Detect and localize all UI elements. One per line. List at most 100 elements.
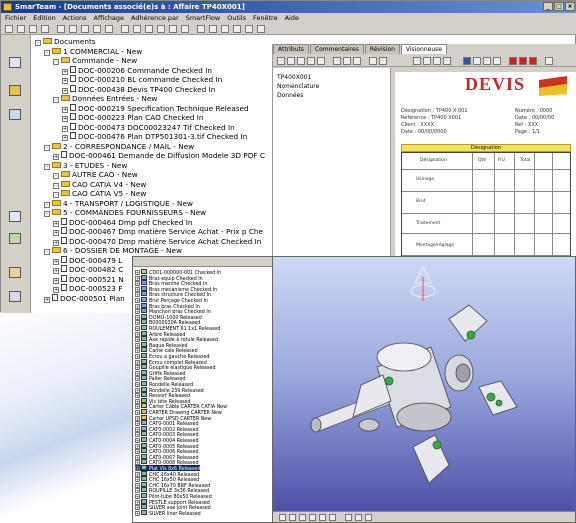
- tree-document-row[interactable]: + DOC-000521 N: [53, 274, 124, 284]
- zoom-view-icon[interactable]: [319, 514, 326, 521]
- view-icon[interactable]: [133, 25, 141, 33]
- pan-view-icon[interactable]: [299, 514, 306, 521]
- tree-folder-row[interactable]: - AUTRE CAO - New: [53, 170, 138, 179]
- tree-document-row[interactable]: + DOC-000476 Plan DTP501301-3.tif Checked…: [62, 132, 247, 141]
- tree-folder-row[interactable]: - 3 - ETUDES - New: [44, 161, 127, 170]
- search-icon[interactable]: [121, 25, 129, 33]
- save-icon[interactable]: [29, 25, 37, 33]
- tree-document-row[interactable]: + DOC-000470 Dmp matière Service Achat Ch…: [53, 236, 261, 246]
- color-icon[interactable]: [463, 57, 471, 65]
- workflow-icon[interactable]: [181, 25, 189, 33]
- expand-toggle-icon[interactable]: +: [53, 220, 59, 227]
- pan-icon[interactable]: [343, 57, 351, 65]
- menu-item[interactable]: Fichier: [5, 13, 26, 23]
- tree-document-row[interactable]: + DOC-000210 BL commande Checked In: [62, 75, 222, 84]
- iso-view-icon[interactable]: [345, 514, 352, 521]
- tree-icon[interactable]: [209, 25, 217, 33]
- home-icon[interactable]: [9, 57, 21, 68]
- tree-folder-row[interactable]: - 4 - TRANSPORT / LOGISTIQUE - New: [44, 199, 193, 208]
- expand-toggle-icon[interactable]: -: [44, 211, 50, 217]
- link-icon[interactable]: [197, 25, 205, 33]
- users-icon[interactable]: [9, 267, 21, 278]
- expand-toggle-icon[interactable]: -: [53, 59, 59, 65]
- close-button[interactable]: ×: [565, 2, 575, 11]
- note-icon[interactable]: [529, 57, 537, 65]
- tab-visionneuse[interactable]: Visionneuse: [400, 44, 447, 54]
- tab-attributs[interactable]: Attributs: [273, 44, 309, 54]
- tree-document-row[interactable]: + DOC-000473 DOC00023247 Tif Checked In: [62, 122, 235, 132]
- tree-document-row[interactable]: + DOC-000219 Specification Technique Rele…: [62, 103, 249, 113]
- tree-folder-row[interactable]: - 6 - DOSSIER DE MONTAGE - New: [44, 246, 182, 255]
- settings-icon[interactable]: [9, 291, 21, 302]
- tree-folder-row[interactable]: - Données Entrées - New: [53, 94, 157, 103]
- project-icon[interactable]: [9, 211, 21, 222]
- structure-row[interactable]: + SILVER liner Released: [135, 509, 201, 517]
- tree-document-row[interactable]: + DOC-000523 F: [53, 284, 122, 293]
- expand-toggle-icon[interactable]: +: [135, 510, 140, 516]
- tab-commentaires[interactable]: Commentaires: [309, 44, 364, 54]
- properties-icon[interactable]: [105, 25, 113, 33]
- measure-icon[interactable]: [369, 57, 377, 65]
- expand-toggle-icon[interactable]: +: [62, 68, 68, 75]
- copy-icon[interactable]: [69, 25, 77, 33]
- tree-document-row[interactable]: + DOC-000467 Dmp matière Service Achat - …: [53, 227, 263, 236]
- menu-item[interactable]: Adhérence par: [131, 13, 179, 23]
- tree-document-row[interactable]: + DOC-000223 Plan CAO Checked In: [62, 113, 204, 122]
- expand-toggle-icon[interactable]: +: [62, 78, 68, 84]
- expand-toggle-icon[interactable]: +: [62, 135, 68, 141]
- expand-toggle-icon[interactable]: +: [53, 268, 59, 274]
- hide-show-icon[interactable]: [365, 514, 372, 521]
- compare-icon[interactable]: [493, 57, 501, 65]
- tree-folder-row[interactable]: - 5 - COMMANDES FOURNISSEURS - New: [44, 208, 206, 217]
- search-icon[interactable]: [9, 109, 21, 120]
- expand-toggle-icon[interactable]: +: [53, 230, 59, 236]
- help-icon[interactable]: [257, 25, 265, 33]
- zoom-out-icon[interactable]: [307, 57, 315, 65]
- tree-document-row[interactable]: + DOC-000206 Commande Checked In: [62, 65, 212, 75]
- markup-icon[interactable]: [379, 57, 387, 65]
- tree-document-row[interactable]: + DOC-000482 C: [53, 265, 123, 274]
- workflow-icon[interactable]: [9, 233, 21, 244]
- tree-document-row[interactable]: + DOC-000461 Demande de Diffusion Modele …: [53, 151, 265, 160]
- cad-3d-viewer[interactable]: [272, 256, 576, 523]
- expand-toggle-icon[interactable]: +: [53, 239, 59, 246]
- open-icon[interactable]: [277, 57, 285, 65]
- menu-item[interactable]: Fenêtre: [253, 13, 278, 23]
- menu-item[interactable]: Actions: [63, 13, 87, 23]
- maximize-button[interactable]: □: [554, 2, 564, 11]
- menu-item[interactable]: SmartFlow: [186, 13, 221, 23]
- last-page-icon[interactable]: [443, 57, 451, 65]
- filter-icon[interactable]: [233, 25, 241, 33]
- menu-item[interactable]: Edition: [33, 13, 56, 23]
- menu-item[interactable]: Outils: [227, 13, 246, 23]
- fit-page-icon[interactable]: [317, 57, 325, 65]
- expand-toggle-icon[interactable]: -: [44, 201, 50, 208]
- expand-toggle-icon[interactable]: -: [44, 249, 50, 255]
- redline-icon[interactable]: [509, 57, 517, 65]
- tree-document-row[interactable]: + DOC-000438 Devis TP400 Checked In: [62, 84, 215, 94]
- print-icon[interactable]: [287, 57, 295, 65]
- delete-icon[interactable]: [93, 25, 101, 33]
- tree-folder-row[interactable]: - 2 - CORRESPONDANCE / MAIL - New: [44, 142, 194, 151]
- expand-toggle-icon[interactable]: +: [53, 287, 59, 293]
- fit-all-icon[interactable]: [289, 514, 296, 521]
- tree-folder-row[interactable]: - 1 COMMERCIAL - New: [44, 47, 142, 56]
- rotate-view-icon[interactable]: [309, 514, 316, 521]
- side-item[interactable]: Nomenclature: [277, 83, 319, 91]
- tree-folder-row[interactable]: - Commande - New: [53, 56, 137, 65]
- tab-revision[interactable]: Révision: [364, 44, 400, 54]
- side-item[interactable]: Données: [277, 92, 303, 100]
- first-page-icon[interactable]: [413, 57, 421, 65]
- list-icon[interactable]: [221, 25, 229, 33]
- expand-toggle-icon[interactable]: +: [53, 154, 59, 160]
- menu-item[interactable]: Aide: [285, 13, 299, 23]
- fly-icon[interactable]: [279, 514, 286, 521]
- expand-toggle-icon[interactable]: +: [44, 296, 50, 303]
- expand-toggle-icon[interactable]: -: [44, 144, 50, 151]
- expand-toggle-icon[interactable]: +: [62, 116, 68, 122]
- tree-folder-row[interactable]: - Documents: [35, 37, 96, 46]
- normal-view-icon[interactable]: [329, 514, 336, 521]
- minimize-button[interactable]: _: [543, 2, 553, 11]
- paste-icon[interactable]: [81, 25, 89, 33]
- help-icon[interactable]: [545, 57, 553, 65]
